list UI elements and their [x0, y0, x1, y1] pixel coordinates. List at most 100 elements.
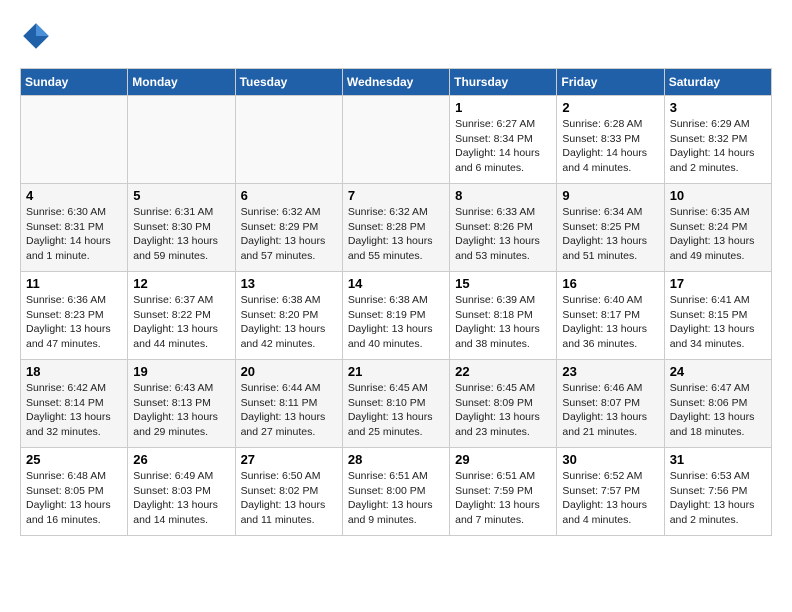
day-info: Sunrise: 6:46 AM Sunset: 8:07 PM Dayligh… — [562, 381, 658, 440]
calendar-cell: 23 Sunrise: 6:46 AM Sunset: 8:07 PM Dayli… — [557, 360, 664, 448]
day-info: Sunrise: 6:33 AM Sunset: 8:26 PM Dayligh… — [455, 205, 551, 264]
calendar-cell: 11 Sunrise: 6:36 AM Sunset: 8:23 PM Dayli… — [21, 272, 128, 360]
day-number: 25 — [26, 452, 122, 467]
calendar-cell: 16 Sunrise: 6:40 AM Sunset: 8:17 PM Dayli… — [557, 272, 664, 360]
day-info: Sunrise: 6:44 AM Sunset: 8:11 PM Dayligh… — [241, 381, 337, 440]
day-info: Sunrise: 6:31 AM Sunset: 8:30 PM Dayligh… — [133, 205, 229, 264]
day-number: 20 — [241, 364, 337, 379]
calendar-cell: 24 Sunrise: 6:47 AM Sunset: 8:06 PM Dayli… — [664, 360, 771, 448]
day-info: Sunrise: 6:51 AM Sunset: 8:00 PM Dayligh… — [348, 469, 444, 528]
day-info: Sunrise: 6:42 AM Sunset: 8:14 PM Dayligh… — [26, 381, 122, 440]
day-info: Sunrise: 6:52 AM Sunset: 7:57 PM Dayligh… — [562, 469, 658, 528]
calendar-cell: 25 Sunrise: 6:48 AM Sunset: 8:05 PM Dayli… — [21, 448, 128, 536]
day-number: 30 — [562, 452, 658, 467]
calendar-week-row: 25 Sunrise: 6:48 AM Sunset: 8:05 PM Dayli… — [21, 448, 772, 536]
day-info: Sunrise: 6:38 AM Sunset: 8:19 PM Dayligh… — [348, 293, 444, 352]
day-info: Sunrise: 6:40 AM Sunset: 8:17 PM Dayligh… — [562, 293, 658, 352]
column-header-wednesday: Wednesday — [342, 69, 449, 96]
calendar-cell: 29Sunrise: 6:51 AM Sunset: 7:59 PM Dayli… — [450, 448, 557, 536]
calendar-cell: 20 Sunrise: 6:44 AM Sunset: 8:11 PM Dayli… — [235, 360, 342, 448]
column-header-tuesday: Tuesday — [235, 69, 342, 96]
day-number: 23 — [562, 364, 658, 379]
day-number: 17 — [670, 276, 766, 291]
calendar-cell: 2 Sunrise: 6:28 AM Sunset: 8:33 PM Daylig… — [557, 96, 664, 184]
day-info: Sunrise: 6:28 AM Sunset: 8:33 PM Dayligh… — [562, 117, 658, 176]
calendar-cell: 13 Sunrise: 6:38 AM Sunset: 8:20 PM Dayli… — [235, 272, 342, 360]
calendar-cell: 31Sunrise: 6:53 AM Sunset: 7:56 PM Dayli… — [664, 448, 771, 536]
day-number: 31 — [670, 452, 766, 467]
day-number: 11 — [26, 276, 122, 291]
calendar-week-row: 11 Sunrise: 6:36 AM Sunset: 8:23 PM Dayli… — [21, 272, 772, 360]
day-number: 19 — [133, 364, 229, 379]
calendar-week-row: 1 Sunrise: 6:27 AM Sunset: 8:34 PM Daylig… — [21, 96, 772, 184]
day-number: 22 — [455, 364, 551, 379]
calendar-cell: 17 Sunrise: 6:41 AM Sunset: 8:15 PM Dayli… — [664, 272, 771, 360]
day-info: Sunrise: 6:50 AM Sunset: 8:02 PM Dayligh… — [241, 469, 337, 528]
day-info: Sunrise: 6:49 AM Sunset: 8:03 PM Dayligh… — [133, 469, 229, 528]
calendar-cell: 6 Sunrise: 6:32 AM Sunset: 8:29 PM Daylig… — [235, 184, 342, 272]
calendar-cell: 1 Sunrise: 6:27 AM Sunset: 8:34 PM Daylig… — [450, 96, 557, 184]
calendar-cell — [342, 96, 449, 184]
column-header-monday: Monday — [128, 69, 235, 96]
calendar-cell: 10Sunrise: 6:35 AM Sunset: 8:24 PM Dayli… — [664, 184, 771, 272]
day-number: 9 — [562, 188, 658, 203]
day-number: 5 — [133, 188, 229, 203]
day-number: 18 — [26, 364, 122, 379]
day-number: 27 — [241, 452, 337, 467]
day-number: 24 — [670, 364, 766, 379]
day-info: Sunrise: 6:41 AM Sunset: 8:15 PM Dayligh… — [670, 293, 766, 352]
day-number: 4 — [26, 188, 122, 203]
day-number: 16 — [562, 276, 658, 291]
page-header — [20, 20, 772, 52]
day-number: 1 — [455, 100, 551, 115]
calendar-week-row: 18 Sunrise: 6:42 AM Sunset: 8:14 PM Dayli… — [21, 360, 772, 448]
day-info: Sunrise: 6:38 AM Sunset: 8:20 PM Dayligh… — [241, 293, 337, 352]
calendar-week-row: 4Sunrise: 6:30 AM Sunset: 8:31 PM Daylig… — [21, 184, 772, 272]
calendar-cell: 15 Sunrise: 6:39 AM Sunset: 8:18 PM Dayli… — [450, 272, 557, 360]
day-number: 13 — [241, 276, 337, 291]
logo-icon — [20, 20, 52, 52]
day-number: 29 — [455, 452, 551, 467]
calendar-cell: 28 Sunrise: 6:51 AM Sunset: 8:00 PM Dayli… — [342, 448, 449, 536]
calendar-cell — [21, 96, 128, 184]
column-header-saturday: Saturday — [664, 69, 771, 96]
day-info: Sunrise: 6:39 AM Sunset: 8:18 PM Dayligh… — [455, 293, 551, 352]
day-info: Sunrise: 6:27 AM Sunset: 8:34 PM Dayligh… — [455, 117, 551, 176]
calendar-cell: 27 Sunrise: 6:50 AM Sunset: 8:02 PM Dayli… — [235, 448, 342, 536]
day-number: 28 — [348, 452, 444, 467]
day-info: Sunrise: 6:47 AM Sunset: 8:06 PM Dayligh… — [670, 381, 766, 440]
calendar-cell: 4Sunrise: 6:30 AM Sunset: 8:31 PM Daylig… — [21, 184, 128, 272]
day-info: Sunrise: 6:45 AM Sunset: 8:09 PM Dayligh… — [455, 381, 551, 440]
calendar-cell: 8 Sunrise: 6:33 AM Sunset: 8:26 PM Daylig… — [450, 184, 557, 272]
calendar-cell: 12Sunrise: 6:37 AM Sunset: 8:22 PM Dayli… — [128, 272, 235, 360]
calendar-cell: 22 Sunrise: 6:45 AM Sunset: 8:09 PM Dayli… — [450, 360, 557, 448]
day-info: Sunrise: 6:32 AM Sunset: 8:29 PM Dayligh… — [241, 205, 337, 264]
day-info: Sunrise: 6:45 AM Sunset: 8:10 PM Dayligh… — [348, 381, 444, 440]
day-number: 6 — [241, 188, 337, 203]
calendar-cell: 3 Sunrise: 6:29 AM Sunset: 8:32 PM Daylig… — [664, 96, 771, 184]
day-number: 3 — [670, 100, 766, 115]
day-number: 7 — [348, 188, 444, 203]
day-number: 26 — [133, 452, 229, 467]
column-header-friday: Friday — [557, 69, 664, 96]
calendar-table: SundayMondayTuesdayWednesdayThursdayFrid… — [20, 68, 772, 536]
day-info: Sunrise: 6:48 AM Sunset: 8:05 PM Dayligh… — [26, 469, 122, 528]
day-number: 15 — [455, 276, 551, 291]
day-info: Sunrise: 6:29 AM Sunset: 8:32 PM Dayligh… — [670, 117, 766, 176]
column-header-thursday: Thursday — [450, 69, 557, 96]
day-info: Sunrise: 6:36 AM Sunset: 8:23 PM Dayligh… — [26, 293, 122, 352]
logo — [20, 20, 56, 52]
column-header-sunday: Sunday — [21, 69, 128, 96]
calendar-cell: 7Sunrise: 6:32 AM Sunset: 8:28 PM Daylig… — [342, 184, 449, 272]
day-number: 10 — [670, 188, 766, 203]
day-number: 12 — [133, 276, 229, 291]
calendar-cell: 19 Sunrise: 6:43 AM Sunset: 8:13 PM Dayli… — [128, 360, 235, 448]
calendar-header-row: SundayMondayTuesdayWednesdayThursdayFrid… — [21, 69, 772, 96]
day-number: 2 — [562, 100, 658, 115]
day-info: Sunrise: 6:34 AM Sunset: 8:25 PM Dayligh… — [562, 205, 658, 264]
day-number: 8 — [455, 188, 551, 203]
calendar-cell: 9 Sunrise: 6:34 AM Sunset: 8:25 PM Daylig… — [557, 184, 664, 272]
day-info: Sunrise: 6:43 AM Sunset: 8:13 PM Dayligh… — [133, 381, 229, 440]
calendar-cell: 30 Sunrise: 6:52 AM Sunset: 7:57 PM Dayli… — [557, 448, 664, 536]
calendar-cell: 5 Sunrise: 6:31 AM Sunset: 8:30 PM Daylig… — [128, 184, 235, 272]
